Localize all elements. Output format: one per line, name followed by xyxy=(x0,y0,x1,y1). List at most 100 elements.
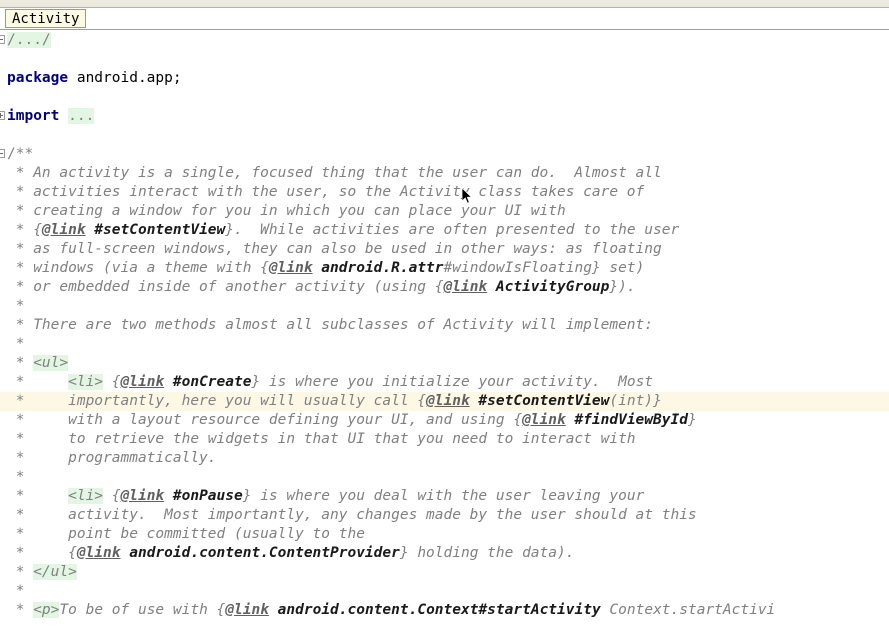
code-line[interactable]: * activities interact with the user, so … xyxy=(0,183,889,202)
code-token: } is where you deal with the user leavin… xyxy=(242,488,645,504)
code-token: import xyxy=(7,108,60,124)
code-token: (int)} xyxy=(609,393,662,409)
code-token: }. While activities are often presented … xyxy=(225,222,680,238)
fold-plus-icon[interactable] xyxy=(0,111,5,120)
code-token: android.content.Context#startActivity xyxy=(277,602,601,618)
code-line[interactable]: * xyxy=(0,582,889,601)
code-token: #windowIsFloating} set) xyxy=(443,260,645,276)
code-line[interactable]: * as full-screen windows, they can also … xyxy=(0,240,889,259)
code-token: * point be committed (usually to the xyxy=(7,526,365,542)
code-line[interactable]: * creating a window for you in which you… xyxy=(0,202,889,221)
code-token: * xyxy=(7,355,34,371)
code-token: * importantly, here you will usually cal… xyxy=(7,393,427,409)
code-token: * xyxy=(7,564,34,580)
code-line[interactable]: * <ul> xyxy=(0,354,889,373)
code-token: * or embedded inside of another activity… xyxy=(7,279,444,295)
code-token: #findViewById xyxy=(574,412,688,428)
code-token: * as full-screen windows, they can also … xyxy=(7,241,662,257)
code-token: <ul> xyxy=(33,355,69,371)
code-line[interactable] xyxy=(0,88,889,107)
code-line[interactable]: * xyxy=(0,297,889,316)
code-token: package xyxy=(7,70,69,86)
code-line[interactable]: * xyxy=(0,335,889,354)
code-line[interactable]: * or embedded inside of another activity… xyxy=(0,278,889,297)
editor-tab-strip: Activity xyxy=(0,8,889,30)
code-line[interactable]: * </ul> xyxy=(0,563,889,582)
code-token: { xyxy=(103,488,121,504)
code-token: { xyxy=(103,374,121,390)
tab-activity[interactable]: Activity xyxy=(5,9,87,28)
code-token: * windows (via a theme with { xyxy=(7,260,269,276)
code-line[interactable]: import ... xyxy=(0,107,889,126)
code-line[interactable]: * windows (via a theme with {@link andro… xyxy=(0,259,889,278)
code-token: </ul> xyxy=(33,564,77,580)
code-token: } xyxy=(687,412,697,428)
code-token: * creating a window for you in which you… xyxy=(7,203,566,219)
code-token: /** xyxy=(7,146,34,162)
code-line[interactable]: * <li> {@link #onPause} is where you dea… xyxy=(0,487,889,506)
code-token: #setContentView xyxy=(478,393,610,409)
code-token: @link xyxy=(522,412,566,428)
fold-minus-icon[interactable] xyxy=(0,35,5,44)
code-token: <li> xyxy=(68,488,104,504)
code-token: * activities interact with the user, so … xyxy=(7,184,645,200)
code-token: * with a layout resource defining your U… xyxy=(7,412,523,428)
code-line[interactable]: * importantly, here you will usually cal… xyxy=(0,392,889,411)
code-token: android.content.ContentProvider xyxy=(129,545,400,561)
code-line[interactable]: * {@link android.content.ContentProvider… xyxy=(0,544,889,563)
code-token: * An activity is a single, focused thing… xyxy=(7,165,662,181)
code-line[interactable]: * xyxy=(0,468,889,487)
code-token: * xyxy=(7,488,69,504)
code-line[interactable]: * {@link #setContentView}. While activit… xyxy=(0,221,889,240)
code-token: android.app; xyxy=(68,70,182,86)
code-line[interactable]: * to retrieve the widgets in that UI tha… xyxy=(0,430,889,449)
code-line[interactable] xyxy=(0,50,889,69)
code-token: * { xyxy=(7,545,77,561)
code-lines-container: /.../ package android.app; import ... /** *… xyxy=(0,31,889,620)
code-token: * xyxy=(7,374,69,390)
code-token: @link xyxy=(268,260,313,276)
code-line[interactable]: * There are two methods almost all subcl… xyxy=(0,316,889,335)
code-line[interactable]: * activity. Most importantly, any change… xyxy=(0,506,889,525)
code-token: * xyxy=(7,298,25,314)
code-token: * { xyxy=(7,222,42,238)
code-token: #setContentView xyxy=(94,222,226,238)
code-token: * to retrieve the widgets in that UI tha… xyxy=(7,431,636,447)
code-token: @link xyxy=(225,602,269,618)
code-token: * xyxy=(7,469,25,485)
code-line[interactable]: * An activity is a single, focused thing… xyxy=(0,164,889,183)
code-editor[interactable]: /.../ package android.app; import ... /** *… xyxy=(0,31,889,626)
code-token: #onPause xyxy=(172,488,243,504)
code-line[interactable] xyxy=(0,126,889,145)
code-line[interactable]: * point be committed (usually to the xyxy=(0,525,889,544)
code-token: * xyxy=(7,602,34,618)
code-token: <li> xyxy=(68,374,104,390)
fold-minus-icon[interactable] xyxy=(0,149,5,158)
code-token: @link xyxy=(120,374,165,390)
code-token: @link xyxy=(443,279,488,295)
code-token: } holding the data). xyxy=(399,545,575,561)
code-line[interactable]: * <p>To be of use with {@link android.co… xyxy=(0,601,889,620)
code-token: To be of use with { xyxy=(59,602,226,618)
code-token: <p> xyxy=(33,602,60,618)
code-line[interactable]: * <li> {@link #onCreate} is where you in… xyxy=(0,373,889,392)
code-line[interactable]: /** xyxy=(0,145,889,164)
code-token: ... xyxy=(68,108,95,124)
code-token: ActivityGroup xyxy=(495,279,610,295)
code-token: android.R.attr xyxy=(321,260,444,276)
code-token: /.../ xyxy=(7,32,51,48)
code-token: @link xyxy=(76,545,121,561)
code-line[interactable]: * programmatically. xyxy=(0,449,889,468)
code-line[interactable]: * with a layout resource defining your U… xyxy=(0,411,889,430)
code-line[interactable]: package android.app; xyxy=(0,69,889,88)
code-line[interactable]: /.../ xyxy=(0,31,889,50)
code-token: @link xyxy=(426,393,470,409)
code-token: * xyxy=(7,583,25,599)
